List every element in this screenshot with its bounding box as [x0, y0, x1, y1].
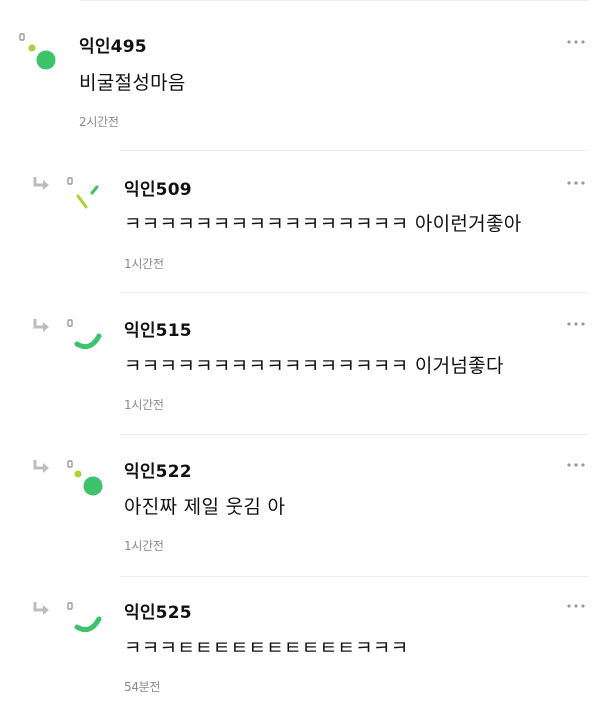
- reply-arrow-icon: [33, 602, 49, 615]
- comment-author[interactable]: 익인522: [124, 457, 192, 482]
- reply-item: 익인509 ㅋㅋㅋㅋㅋㅋㅋㅋㅋㅋㅋㅋㅋㅋㅋㅋ 아이런거좋아 1시간전: [0, 151, 600, 292]
- comment-author[interactable]: 익인509: [124, 175, 192, 200]
- more-options-icon[interactable]: [566, 321, 586, 327]
- reply-item: 익인525 ㅋㅋㅋㅌㅌㅌㅌㅌㅌㅌㅌㅌㅌㅋㅋㅋ 54분전: [0, 577, 600, 711]
- reply-arrow-icon: [33, 460, 49, 473]
- comment-item: 익인495 비굴절성마음 2시간전: [0, 0, 600, 150]
- comment-author[interactable]: 익인525: [124, 598, 192, 623]
- comment-text: 아진짜 제일 웃김 아: [124, 496, 286, 518]
- comment-time: 2시간전: [79, 115, 119, 129]
- reply-arrow-icon: [33, 177, 49, 190]
- comment-text: ㅋㅋㅋㅋㅋㅋㅋㅋㅋㅋㅋㅋㅋㅋㅋㅋ 아이런거좋아: [124, 213, 522, 235]
- reply-arrow-icon: [33, 319, 49, 332]
- avatar-icon[interactable]: [62, 459, 122, 519]
- avatar-icon[interactable]: [62, 176, 122, 236]
- reply-item: 익인515 ㅋㅋㅋㅋㅋㅋㅋㅋㅋㅋㅋㅋㅋㅋㅋㅋ 이거넘좋다 1시간전: [0, 293, 600, 434]
- more-options-icon[interactable]: [566, 180, 586, 186]
- comment-time: 1시간전: [124, 398, 164, 412]
- more-options-icon[interactable]: [566, 462, 586, 468]
- more-options-icon[interactable]: [566, 39, 586, 45]
- avatar-icon[interactable]: [62, 601, 122, 661]
- comment-time: 1시간전: [124, 539, 164, 553]
- avatar-icon[interactable]: [14, 32, 74, 92]
- comment-time: 54분전: [124, 680, 161, 694]
- comment-author[interactable]: 익인515: [124, 316, 192, 341]
- comment-time: 1시간전: [124, 257, 164, 271]
- comment-text: 비굴절성마음: [79, 72, 186, 94]
- more-options-icon[interactable]: [566, 603, 586, 609]
- comment-text: ㅋㅋㅋㅋㅋㅋㅋㅋㅋㅋㅋㅋㅋㅋㅋㅋ 이거넘좋다: [124, 355, 504, 377]
- reply-item: 익인522 아진짜 제일 웃김 아 1시간전: [0, 435, 600, 576]
- avatar-icon[interactable]: [62, 318, 122, 378]
- comment-text: ㅋㅋㅋㅌㅌㅌㅌㅌㅌㅌㅌㅌㅌㅋㅋㅋ: [124, 637, 409, 659]
- comment-author[interactable]: 익인495: [79, 32, 147, 57]
